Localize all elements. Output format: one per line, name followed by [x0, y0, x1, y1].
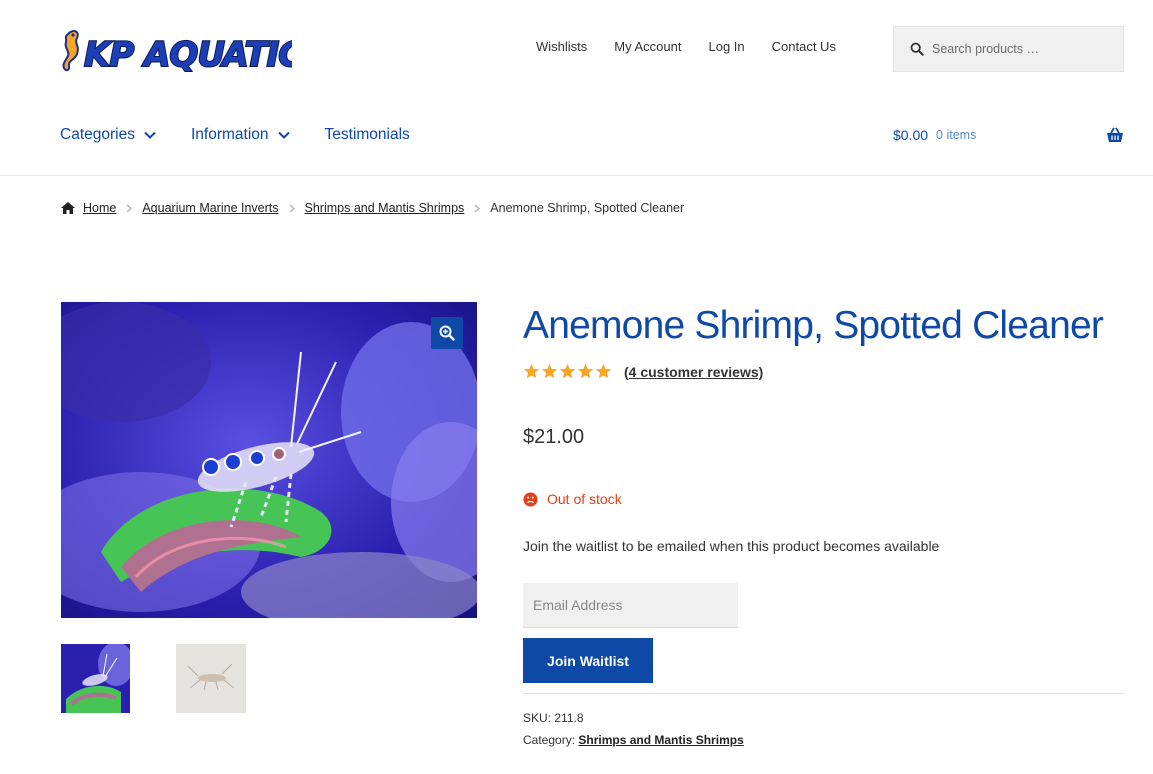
stock-status-label: Out of stock — [547, 491, 622, 507]
cart-count: 0 items — [936, 128, 977, 142]
star-icon — [559, 363, 576, 379]
category-link[interactable]: Shrimps and Mantis Shrimps — [578, 733, 743, 747]
chevron-right-icon — [289, 203, 295, 213]
header-divider — [0, 175, 1153, 176]
product-thumbnail-2[interactable] — [176, 644, 246, 713]
product-rating: (4 customer reviews) — [523, 363, 763, 380]
star-icon — [523, 363, 540, 379]
category-label: Category: — [523, 733, 576, 747]
chevron-right-icon — [474, 203, 481, 213]
chevron-right-icon — [126, 203, 133, 213]
nav-information-label: Information — [190, 126, 269, 143]
sku-label: SKU: — [523, 711, 552, 725]
zoom-button[interactable] — [431, 317, 463, 349]
basket-icon — [1107, 127, 1123, 142]
breadcrumb: Home Aquarium Marine Inverts Shrimps and… — [60, 201, 684, 215]
nav-testimonials-label: Testimonials — [324, 126, 410, 143]
join-waitlist-button[interactable]: Join Waitlist — [523, 638, 653, 683]
site-logo[interactable]: KP AQUATICS — [60, 26, 327, 76]
product-category: Category: Shrimps and Mantis Shrimps — [523, 733, 744, 747]
reviews-link[interactable]: (4 customer reviews) — [624, 364, 763, 380]
nav-contact-us[interactable]: Contact Us — [772, 39, 836, 54]
product-sku: SKU: 211.8 — [523, 711, 584, 725]
meta-divider — [523, 693, 1124, 694]
main-navigation: Categories Information Testimonials — [60, 126, 445, 144]
search-box — [893, 26, 1124, 72]
breadcrumb-current: Anemone Shrimp, Spotted Cleaner — [490, 201, 685, 215]
star-icon — [595, 363, 612, 379]
nav-wishlists[interactable]: Wishlists — [536, 39, 587, 54]
star-icon — [541, 363, 558, 379]
search-icon — [910, 42, 924, 56]
product-price: $21.00 — [523, 426, 585, 448]
stock-status: Out of stock — [523, 491, 622, 507]
product-main-image[interactable] — [61, 302, 477, 618]
top-navigation: Wishlists My Account Log In Contact Us — [536, 39, 863, 54]
email-field[interactable] — [523, 583, 738, 628]
home-icon — [61, 202, 75, 214]
nav-testimonials[interactable]: Testimonials — [325, 126, 410, 144]
sku-value: 211.8 — [554, 711, 584, 725]
nav-categories[interactable]: Categories — [60, 126, 156, 144]
search-input[interactable] — [932, 42, 1112, 56]
nav-my-account[interactable]: My Account — [614, 39, 681, 54]
star-icon — [577, 363, 594, 379]
nav-categories-label: Categories — [60, 126, 135, 143]
nav-information[interactable]: Information — [191, 126, 290, 144]
nav-log-in[interactable]: Log In — [708, 39, 744, 54]
cart-summary[interactable]: $0.00 0 items — [893, 127, 1124, 143]
zoom-in-icon — [439, 325, 455, 341]
cart-total: $0.00 — [893, 127, 929, 143]
product-thumbnail-1[interactable] — [61, 644, 130, 713]
sad-face-icon — [523, 491, 538, 507]
breadcrumb-shrimps[interactable]: Shrimps and Mantis Shrimps — [305, 201, 465, 215]
chevron-down-icon — [277, 131, 290, 139]
logo-lettering: KP AQUATICS — [84, 35, 292, 75]
chevron-down-icon — [144, 131, 156, 139]
product-title: Anemone Shrimp, Spotted Cleaner — [523, 304, 1104, 347]
star-rating — [523, 363, 612, 380]
waitlist-message: Join the waitlist to be emailed when thi… — [523, 538, 940, 554]
breadcrumb-home[interactable]: Home — [83, 201, 116, 215]
breadcrumb-aquarium-marine-inverts[interactable]: Aquarium Marine Inverts — [142, 201, 278, 215]
